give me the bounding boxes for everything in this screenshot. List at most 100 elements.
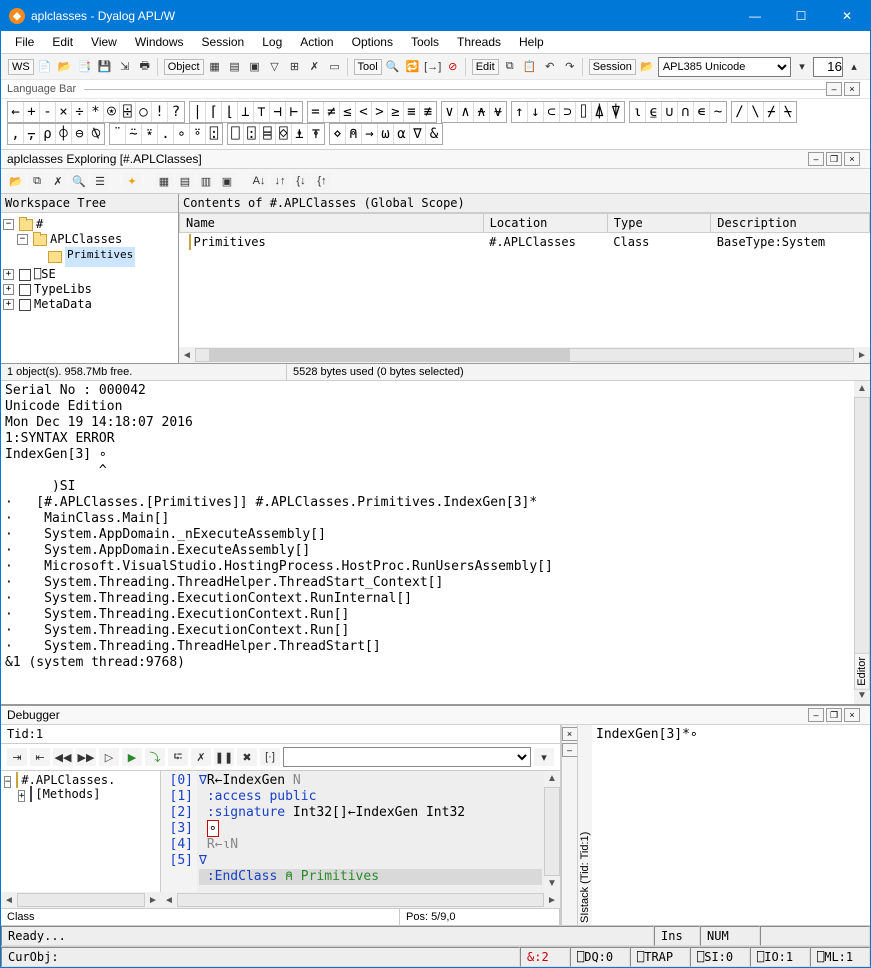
- tree-item-se[interactable]: ⎕SE: [34, 267, 56, 282]
- menu-session[interactable]: Session: [194, 33, 253, 51]
- tree-expand-icon[interactable]: +: [3, 299, 14, 310]
- glyph-button[interactable]: ⌷: [576, 102, 592, 122]
- glyph-button[interactable]: ⍤: [190, 124, 206, 144]
- glyph-button[interactable]: ⊃: [560, 102, 576, 122]
- glyph-button[interactable]: ⍟: [104, 102, 120, 122]
- session-open-icon[interactable]: 📂: [638, 58, 656, 76]
- debugger-min-icon[interactable]: –: [808, 708, 824, 722]
- glyph-button[interactable]: |: [190, 102, 206, 122]
- glyph-button[interactable]: ⍣: [142, 124, 158, 144]
- workspace-tree[interactable]: −# −APLClasses Primitives +⎕SE +TypeLibs…: [1, 213, 178, 363]
- editor-tab[interactable]: Editor: [854, 653, 870, 690]
- tree-item-metadata[interactable]: MetaData: [34, 297, 92, 312]
- redo-icon[interactable]: ↷: [561, 58, 579, 76]
- dbg-stepinto-icon[interactable]: ⤵: [145, 748, 165, 766]
- font-size-spin-icon[interactable]: ▴: [845, 58, 863, 76]
- glyph-button[interactable]: ⊖: [72, 124, 88, 144]
- explorer-restore-icon[interactable]: ❐: [826, 152, 842, 166]
- exp-sort4-icon[interactable]: {↑: [313, 172, 331, 190]
- dbg-step-icon[interactable]: ▷: [99, 748, 119, 766]
- dbg-watch-icon[interactable]: [·]: [260, 748, 280, 766]
- sistack-body[interactable]: IndexGen[3]*∘: [592, 725, 870, 925]
- scroll-left-icon[interactable]: ◄: [179, 350, 195, 361]
- glyph-button[interactable]: ↓: [528, 102, 544, 122]
- col-type[interactable]: Type: [607, 214, 711, 233]
- glyph-button[interactable]: ⍕: [308, 124, 324, 144]
- glyph-button[interactable]: ⍉: [88, 124, 104, 144]
- glyph-button[interactable]: ~: [710, 102, 726, 122]
- langbar-close-icon[interactable]: ×: [844, 82, 860, 96]
- replace-icon[interactable]: 🔁: [404, 58, 422, 76]
- tree-item-aplclasses[interactable]: APLClasses: [50, 232, 122, 247]
- glyph-button[interactable]: !: [152, 102, 168, 122]
- exp-find-icon[interactable]: 🔍: [70, 172, 88, 190]
- glyph-button[interactable]: ≥: [388, 102, 404, 122]
- scroll-right-icon[interactable]: ►: [854, 350, 870, 361]
- menu-action[interactable]: Action: [292, 33, 341, 51]
- stop-icon[interactable]: ⊘: [444, 58, 462, 76]
- glyph-button[interactable]: ○: [136, 102, 152, 122]
- glyph-button[interactable]: ∧: [458, 102, 474, 122]
- glyph-button[interactable]: ⎕: [228, 124, 244, 144]
- debugger-code-vscroll[interactable]: ▲▼: [544, 771, 560, 892]
- glyph-button[interactable]: ⌽: [56, 124, 72, 144]
- glyph-button[interactable]: ∘: [174, 124, 190, 144]
- dbg-break-icon[interactable]: ✖: [237, 748, 257, 766]
- glyph-button[interactable]: ⌿: [764, 102, 780, 122]
- minimize-button[interactable]: —: [732, 1, 778, 31]
- new-icon[interactable]: 📄: [36, 58, 54, 76]
- glyph-button[interactable]: ∨: [442, 102, 458, 122]
- glyph-button[interactable]: -: [40, 102, 56, 122]
- explorer-close-icon[interactable]: ×: [844, 152, 860, 166]
- export-icon[interactable]: ⇲: [116, 58, 134, 76]
- close-button[interactable]: ✕: [824, 1, 870, 31]
- glyph-button[interactable]: ⍋: [592, 102, 608, 122]
- glyph-button[interactable]: ≠: [324, 102, 340, 122]
- menu-file[interactable]: File: [7, 33, 42, 51]
- dbg-run-icon[interactable]: ⇥: [7, 748, 27, 766]
- dbg-back-icon[interactable]: ⇤: [30, 748, 50, 766]
- dbg-ffwd-icon[interactable]: ▶▶: [76, 748, 96, 766]
- exp-new-icon[interactable]: ✦: [123, 172, 141, 190]
- dbg-dropdown-icon[interactable]: ▾: [534, 748, 554, 766]
- glyph-button[interactable]: ⊣: [270, 102, 286, 122]
- dbg-tree-aplclasses[interactable]: #.APLClasses.: [21, 773, 115, 787]
- font-select[interactable]: APL385 Unicode: [658, 57, 791, 77]
- obj-tree-icon[interactable]: ▣: [246, 58, 264, 76]
- menu-threads[interactable]: Threads: [449, 33, 509, 51]
- glyph-button[interactable]: ∇: [410, 124, 426, 144]
- exp-view3-icon[interactable]: ▥: [197, 172, 215, 190]
- debugger-combo[interactable]: [283, 747, 531, 767]
- langbar-collapse-icon[interactable]: –: [826, 82, 842, 96]
- scroll-up-icon[interactable]: ▲: [854, 381, 870, 397]
- tree-expand-icon[interactable]: +: [3, 269, 14, 280]
- dbg-tree-hscroll[interactable]: ◄►: [1, 892, 161, 908]
- glyph-button[interactable]: ⍵: [378, 124, 394, 144]
- exp-sort3-icon[interactable]: {↓: [292, 172, 310, 190]
- glyph-button[interactable]: ⍀: [780, 102, 796, 122]
- glyph-button[interactable]: ⍲: [474, 102, 490, 122]
- glyph-button[interactable]: ⌊: [222, 102, 238, 122]
- glyph-button[interactable]: ⍪: [24, 124, 40, 144]
- table-row[interactable]: Primitives #.APLClasses Class BaseType:S…: [180, 233, 870, 252]
- menu-options[interactable]: Options: [344, 33, 401, 51]
- dbg-rewind-icon[interactable]: ◀◀: [53, 748, 73, 766]
- exp-sort2-icon[interactable]: ↓↑: [271, 172, 289, 190]
- glyph-button[interactable]: ⍴: [40, 124, 56, 144]
- glyph-button[interactable]: ⍳: [630, 102, 646, 122]
- glyph-button[interactable]: ×: [56, 102, 72, 122]
- col-description[interactable]: Description: [711, 214, 870, 233]
- menu-windows[interactable]: Windows: [127, 33, 192, 51]
- glyph-button[interactable]: ?: [168, 102, 184, 122]
- tree-item-typelibs[interactable]: TypeLibs: [34, 282, 92, 297]
- tree-collapse-icon[interactable]: −: [4, 776, 11, 788]
- glyph-button[interactable]: ≤: [340, 102, 356, 122]
- glyph-button[interactable]: ⊤: [254, 102, 270, 122]
- glyph-button[interactable]: <: [356, 102, 372, 122]
- glyph-button[interactable]: ≡: [404, 102, 420, 122]
- glyph-button[interactable]: ⌈: [206, 102, 222, 122]
- session-output[interactable]: Serial No : 000042 Unicode Edition Mon D…: [1, 381, 854, 704]
- contents-table[interactable]: Name Location Type Description Primitive…: [179, 213, 870, 347]
- obj-table-icon[interactable]: ⊞: [286, 58, 304, 76]
- grid2-icon[interactable]: ▤: [226, 58, 244, 76]
